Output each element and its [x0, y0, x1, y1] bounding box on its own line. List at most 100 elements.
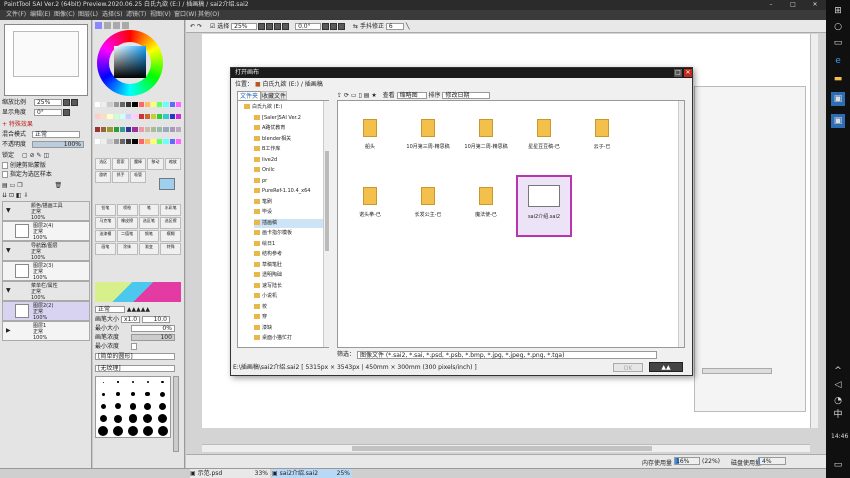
- layer-item[interactable]: ▶ 图层1 正常 100%: [2, 321, 90, 341]
- tree-item[interactable]: live2d: [254, 156, 277, 165]
- ok-button[interactable]: OK: [613, 363, 643, 372]
- color-swatch[interactable]: [95, 138, 101, 144]
- brush-shape-select[interactable]: [简单的圆形]: [95, 353, 175, 360]
- brush-size-preset[interactable]: [155, 401, 170, 411]
- color-swatch[interactable]: [138, 126, 144, 132]
- brush-size-preset[interactable]: [155, 413, 170, 424]
- angle-reset-button[interactable]: [62, 109, 70, 116]
- tree-item[interactable]: 白氏九欲 (E:): [244, 103, 282, 112]
- color-swatch[interactable]: [138, 102, 144, 107]
- tool-zoom[interactable]: 缩放: [164, 158, 181, 170]
- vertical-scrollbar[interactable]: [810, 34, 818, 428]
- color-swatch[interactable]: [113, 102, 119, 107]
- file-scrollbar[interactable]: [678, 101, 684, 347]
- brush-size-preset[interactable]: [140, 425, 155, 436]
- tool-hand[interactable]: 抓手: [112, 171, 129, 183]
- sample-checkbox-row[interactable]: 指定为选区样本: [2, 170, 90, 179]
- color-swatch[interactable]: [113, 126, 119, 132]
- tree-item[interactable]: blender相关: [254, 135, 291, 144]
- transfer-icon[interactable]: ⇩: [24, 192, 29, 199]
- tool-magic-wand[interactable]: 魔棒: [129, 158, 147, 170]
- merge-down-icon[interactable]: ⇊: [2, 192, 7, 199]
- color-swatches[interactable]: [95, 102, 181, 150]
- color-mode-icons[interactable]: [95, 22, 155, 30]
- color-swatch[interactable]: [169, 126, 175, 132]
- color-swatch[interactable]: [138, 138, 144, 144]
- toolbar-rotate-left[interactable]: [322, 23, 330, 30]
- folder-item[interactable]: 诺头拳-已: [342, 175, 398, 237]
- color-swatch[interactable]: [144, 114, 150, 120]
- toolbar-zoom-field[interactable]: 25%: [231, 23, 258, 30]
- brush-smudge[interactable]: 涂抹: [116, 243, 138, 255]
- navigator-preview[interactable]: [4, 24, 88, 96]
- color-swatch[interactable]: [132, 138, 138, 144]
- tree-item[interactable]: 小说机: [254, 292, 277, 301]
- density-field[interactable]: 100: [130, 334, 175, 341]
- brush-size-scrollbar[interactable]: [173, 376, 179, 452]
- color-swatch[interactable]: [163, 138, 169, 144]
- brush-size-preset[interactable]: [140, 414, 155, 424]
- tree-scroll-thumb[interactable]: [325, 151, 329, 251]
- tree-item[interactable]: Onilc: [254, 166, 275, 175]
- color-swatch[interactable]: [175, 114, 181, 120]
- color-swatch[interactable]: [163, 126, 169, 132]
- brush-binary[interactable]: 二值笔: [116, 230, 138, 242]
- brush-size-preset[interactable]: [96, 389, 111, 399]
- brush-bucket[interactable]: 油漆桶: [95, 230, 116, 242]
- straight-line-icon[interactable]: ╲: [406, 23, 410, 30]
- folder-expand-icon[interactable]: ▼: [6, 207, 11, 214]
- color-swatch[interactable]: [144, 126, 150, 132]
- folder-item[interactable]: 10月第二周-精思稿: [458, 107, 514, 169]
- brush-pen[interactable]: 笔: [138, 204, 160, 216]
- zoom-minus-button[interactable]: [62, 99, 70, 106]
- brush-size-preset[interactable]: [111, 425, 126, 436]
- brush-size-preset[interactable]: [140, 401, 155, 411]
- refresh-icon[interactable]: ⟳: [344, 92, 349, 99]
- color-swatch[interactable]: [163, 102, 169, 107]
- tool-selection[interactable]: 选区: [95, 158, 112, 170]
- color-swatch[interactable]: [119, 102, 126, 107]
- min-size-field[interactable]: 0%: [130, 325, 175, 332]
- brush-size-preset[interactable]: [126, 425, 141, 436]
- brush-size-preset[interactable]: [111, 377, 126, 387]
- toolbar-rotate-reset[interactable]: [338, 23, 346, 30]
- toolbar-zoom-reset[interactable]: [282, 23, 290, 30]
- folder-item[interactable]: 魔法使-已: [458, 175, 514, 237]
- color-swatch[interactable]: [126, 126, 132, 132]
- brush-special[interactable]: 特殊: [160, 243, 181, 255]
- color-swatch[interactable]: [101, 114, 107, 120]
- layer-item-selected[interactable]: 图层2(2) 正常 100%: [2, 301, 90, 321]
- doc-tab[interactable]: ▣ 示范.psd 33%: [190, 469, 270, 478]
- current-color-chip[interactable]: [159, 178, 175, 190]
- brush-eraser[interactable]: 橡皮擦: [116, 217, 138, 229]
- color-swatch[interactable]: [157, 138, 163, 144]
- redo-icon[interactable]: ↷: [197, 23, 202, 30]
- tree-item[interactable]: [Saler]SAI Ver.2: [254, 114, 301, 123]
- opacity-slider[interactable]: 100%: [31, 141, 84, 148]
- edge-icon[interactable]: e: [831, 54, 845, 68]
- brush-size-preset[interactable]: [111, 401, 126, 411]
- layer-folder-color-tools[interactable]: ▼ 颜色/描画工具 正常 100%: [2, 201, 90, 221]
- tree-item[interactable]: 桌面小猫忙打: [254, 334, 292, 343]
- tab-folder[interactable]: 文件夹: [237, 91, 261, 100]
- size-multiplier[interactable]: x1.0: [120, 316, 141, 323]
- toolbar-rotate-right[interactable]: [330, 23, 338, 30]
- color-swatch[interactable]: [169, 102, 175, 107]
- color-swatch[interactable]: [175, 102, 181, 107]
- brush-size-preset[interactable]: [96, 377, 111, 387]
- folder-collapsed-icon[interactable]: ▶: [6, 327, 11, 334]
- color-swatch[interactable]: [126, 114, 132, 120]
- new-layer-icon[interactable]: ▤: [2, 182, 8, 189]
- stabilizer-select[interactable]: 6: [385, 23, 404, 30]
- layer-folder-navigator[interactable]: ▼ 导航器/图层 正常 100%: [2, 241, 90, 261]
- doc-tab-active[interactable]: ▣ sai2介绍.sai2 25%: [272, 469, 352, 478]
- rename-icon[interactable]: ▤: [364, 92, 370, 99]
- color-swatch[interactable]: [113, 138, 119, 144]
- color-swatch[interactable]: [126, 102, 132, 107]
- tree-item[interactable]: 校: [254, 303, 267, 312]
- brush-blur[interactable]: 模糊: [160, 230, 181, 242]
- angle-field[interactable]: 0°: [33, 109, 62, 116]
- tree-item[interactable]: 漆缺: [254, 324, 272, 333]
- windows-start-icon[interactable]: ⊞: [831, 4, 845, 18]
- layer-item[interactable]: 图层2(4) 正常 100%: [2, 221, 90, 241]
